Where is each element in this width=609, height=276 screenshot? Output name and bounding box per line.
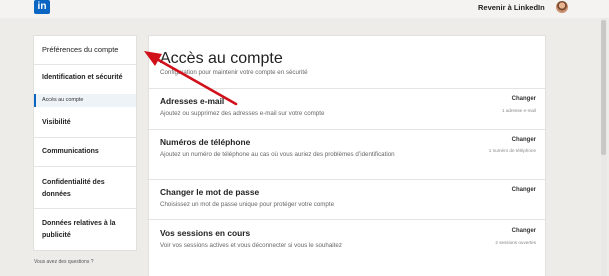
sidebar-item-advertising-data[interactable]: Données relatives à la publicité	[42, 218, 132, 242]
setting-title: Adresses e-mail	[160, 96, 225, 106]
avatar[interactable]	[556, 1, 568, 13]
setting-description: Voir vos sessions actives et vous déconn…	[160, 242, 342, 249]
scrollbar-thumb[interactable]	[601, 20, 606, 155]
change-password-button[interactable]: Changer	[512, 187, 536, 193]
sidebar-divider	[34, 137, 136, 138]
setting-row-password[interactable]: Changer le mot de passe Choisissez un mo…	[149, 179, 545, 219]
page-title: Accès au compte	[160, 50, 283, 67]
page-subtitle: Configuration pour maintenir votre compt…	[160, 69, 308, 76]
setting-description: Choisissez un mot de passe unique pour p…	[160, 201, 335, 208]
setting-meta: 1 adresse e-mail	[502, 108, 536, 113]
change-phone-button[interactable]: Changer	[512, 137, 536, 143]
setting-meta: 1 numéro de téléphone	[488, 148, 536, 153]
change-email-button[interactable]: Changer	[512, 96, 536, 102]
setting-meta: 2 sessions ouvertes	[495, 240, 536, 245]
back-to-linkedin-link[interactable]: Revenir à LinkedIn	[478, 3, 545, 12]
sidebar-item-identification[interactable]: Identification et sécurité	[42, 74, 144, 81]
setting-title: Vos sessions en cours	[160, 228, 251, 238]
account-access-panel: Accès au compte Configuration pour maint…	[148, 35, 546, 276]
setting-description: Ajoutez ou supprimez des adresses e-mail…	[160, 110, 325, 117]
setting-title: Numéros de téléphone	[160, 137, 251, 147]
setting-row-email[interactable]: Adresses e-mail Ajoutez ou supprimez des…	[149, 88, 545, 129]
help-questions-link[interactable]: Vous avez des questions ?	[34, 259, 94, 265]
sidebar-item-data-privacy[interactable]: Confidentialité des données	[42, 177, 122, 201]
setting-row-phone[interactable]: Numéros de téléphone Ajoutez un numéro d…	[149, 129, 545, 179]
sidebar-divider	[34, 166, 136, 167]
setting-row-sessions[interactable]: Vos sessions en cours Voir vos sessions …	[149, 219, 545, 276]
setting-description: Ajoutez un numéro de téléphone au cas où…	[160, 151, 395, 158]
settings-sidebar: Préférences du compte Identification et …	[33, 35, 137, 251]
sidebar-divider	[34, 208, 136, 209]
sidebar-item-communications[interactable]: Communications	[42, 148, 144, 155]
sidebar-item-label: Accès au compte	[42, 97, 84, 103]
linkedin-logo[interactable]: in	[34, 0, 50, 14]
sidebar-item-preferences[interactable]: Préférences du compte	[42, 45, 144, 54]
top-navigation-bar: in Revenir à LinkedIn	[0, 0, 609, 18]
sidebar-item-visibility[interactable]: Visibilité	[42, 119, 144, 126]
sidebar-item-account-access[interactable]: Accès au compte	[34, 94, 136, 107]
change-sessions-button[interactable]: Changer	[512, 228, 536, 234]
sidebar-divider	[34, 64, 136, 65]
setting-title: Changer le mot de passe	[160, 187, 260, 197]
